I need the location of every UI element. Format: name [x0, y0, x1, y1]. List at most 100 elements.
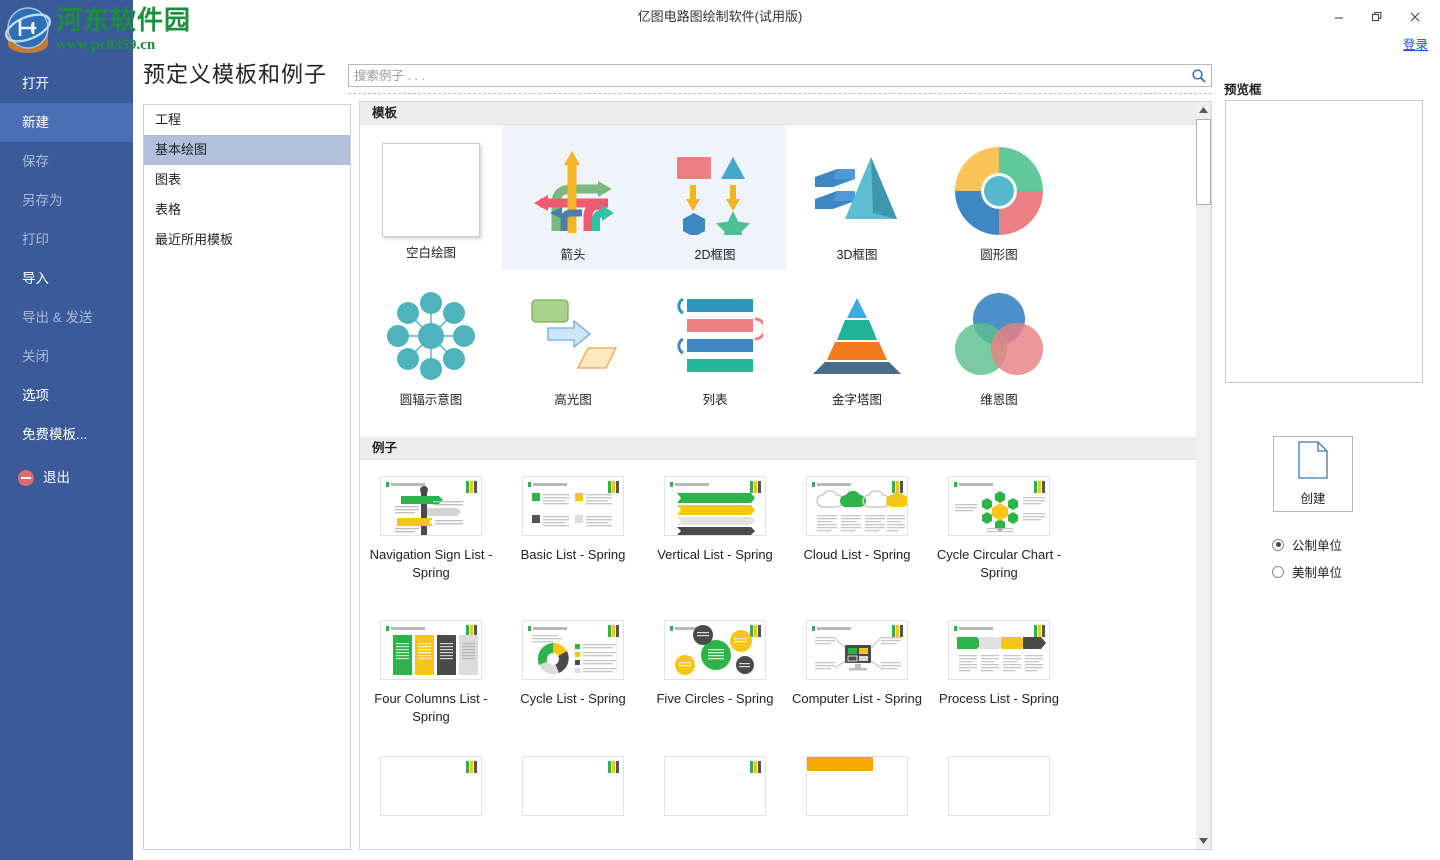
- template-label: 列表: [702, 393, 728, 407]
- examples-row-2: Four Columns List - Spring Cycle List - …: [360, 604, 1211, 726]
- category-item-charts[interactable]: 图表: [144, 165, 350, 195]
- template-label: 圆辐示意图: [399, 393, 463, 407]
- window-title: 亿图电路图绘制软件(试用版): [637, 9, 803, 24]
- nav-item-quit-label: 退出: [43, 470, 70, 485]
- example-tile-navigation-sign-list[interactable]: Navigation Sign List - Spring: [360, 460, 502, 582]
- example-tile-process-list[interactable]: Process List - Spring: [928, 604, 1070, 726]
- nav-item-save[interactable]: 保存: [0, 142, 133, 181]
- unit-option-imperial[interactable]: 美制单位: [1272, 562, 1342, 581]
- unit-option-metric[interactable]: 公制单位: [1272, 535, 1342, 554]
- login-link[interactable]: 登录: [1403, 34, 1428, 53]
- example-thumbnail: [806, 476, 908, 536]
- thumb-corner-bars-icon: [750, 761, 761, 773]
- document-icon: [1297, 441, 1329, 484]
- unit-option-label: 公制单位: [1292, 539, 1343, 553]
- example-thumbnail: [380, 476, 482, 536]
- radio-icon: [1272, 538, 1284, 551]
- template-label: 圆形图: [980, 248, 1018, 262]
- category-item-engineering[interactable]: 工程: [144, 105, 350, 135]
- create-button[interactable]: 创建: [1273, 436, 1353, 512]
- template-tile-2d-block[interactable]: 2D框图: [644, 125, 786, 270]
- list-chart-icon: [665, 288, 765, 384]
- restore-icon[interactable]: [1358, 4, 1396, 30]
- template-tile-arrows[interactable]: 箭头: [502, 125, 644, 270]
- example-tile-cloud-list[interactable]: Cloud List - Spring: [786, 460, 928, 582]
- example-tile-partial[interactable]: [360, 740, 502, 816]
- close-icon[interactable]: [1396, 4, 1434, 30]
- circular-chart-icon: [949, 143, 1049, 239]
- nav-item-open[interactable]: 打开: [0, 64, 133, 103]
- pyramid-chart-icon: [807, 288, 907, 384]
- template-tile-3d-block[interactable]: 3D框图: [786, 125, 928, 270]
- thumb-corner-bars-icon: [608, 761, 619, 773]
- category-item-tables[interactable]: 表格: [144, 195, 350, 225]
- templates-row-2: 圆辐示意图 高光图 列表 金字塔图 维恩图: [360, 270, 1211, 415]
- thumb-corner-bars-icon: [466, 761, 477, 773]
- example-thumbnail: [380, 620, 482, 680]
- nav-item-export-send[interactable]: 导出 & 发送: [0, 298, 133, 337]
- venn-diagram-icon: [949, 288, 1049, 384]
- examples-row-1: Navigation Sign List - Spring Basic List…: [360, 460, 1211, 582]
- example-tile-partial[interactable]: [786, 740, 928, 816]
- nav-item-close[interactable]: 关闭: [0, 337, 133, 376]
- category-item-basic-drawing[interactable]: 基本绘图: [144, 135, 350, 165]
- example-tile-cycle-list[interactable]: Cycle List - Spring: [502, 604, 644, 726]
- template-tile-highlight-chart[interactable]: 高光图: [502, 270, 644, 415]
- 3d-block-icon: [807, 143, 907, 239]
- scroll-up-icon[interactable]: [1196, 102, 1211, 118]
- nav-item-save-as[interactable]: 另存为: [0, 181, 133, 220]
- left-navigation-panel: 打开 新建 保存 另存为 打印 导入 导出 & 发送 关闭 选项 免费模板...…: [0, 0, 133, 860]
- highlight-chart-icon: [523, 288, 623, 384]
- example-label: Five Circles - Spring: [656, 691, 774, 706]
- content-scrollbar[interactable]: [1196, 101, 1212, 850]
- arrows-icon: [523, 143, 623, 239]
- category-list: 工程 基本绘图 图表 表格 最近所用模板: [143, 104, 351, 850]
- example-tile-partial[interactable]: [502, 740, 644, 816]
- scroll-down-icon[interactable]: [1196, 833, 1211, 849]
- app-logo-icon: [0, 0, 56, 60]
- example-tile-four-columns-list[interactable]: Four Columns List - Spring: [360, 604, 502, 726]
- nav-item-options[interactable]: 选项: [0, 376, 133, 415]
- nav-item-import[interactable]: 导入: [0, 259, 133, 298]
- example-label: Cycle List - Spring: [520, 691, 626, 706]
- template-label: 金字塔图: [831, 393, 882, 407]
- template-tile-radial-diagram[interactable]: 圆辐示意图: [360, 270, 502, 415]
- nav-item-free-templates[interactable]: 免费模板...: [0, 415, 133, 454]
- template-tile-pyramid-chart[interactable]: 金字塔图: [786, 270, 928, 415]
- window-controls: [1320, 0, 1434, 33]
- example-label: Cycle Circular Chart - Spring: [936, 547, 1062, 580]
- category-item-recent-templates[interactable]: 最近所用模板: [144, 225, 350, 255]
- template-tile-circular-chart[interactable]: 圆形图: [928, 125, 1070, 270]
- 2d-block-icon: [665, 143, 765, 239]
- scrollbar-thumb[interactable]: [1196, 119, 1211, 205]
- templates-row-1: 空白绘图 箭头 2D框图 3D框图 圆形图: [360, 125, 1211, 270]
- nav-item-quit[interactable]: 退出: [0, 458, 133, 497]
- example-label: Four Columns List - Spring: [374, 691, 488, 724]
- nav-item-print[interactable]: 打印: [0, 220, 133, 259]
- example-tile-five-circles[interactable]: Five Circles - Spring: [644, 604, 786, 726]
- example-tile-cycle-circular-chart[interactable]: Cycle Circular Chart - Spring: [928, 460, 1070, 582]
- example-tile-computer-list[interactable]: Computer List - Spring: [786, 604, 928, 726]
- title-bar: 亿图电路图绘制软件(试用版): [0, 0, 1440, 33]
- example-tile-partial[interactable]: [644, 740, 786, 816]
- example-thumbnail: [948, 620, 1050, 680]
- template-label: 3D框图: [836, 248, 878, 262]
- template-tile-list-chart[interactable]: 列表: [644, 270, 786, 415]
- search-input[interactable]: [354, 65, 1174, 86]
- radial-diagram-icon: [381, 288, 481, 384]
- example-thumbnail: [522, 620, 624, 680]
- example-tile-partial[interactable]: [928, 740, 1070, 816]
- template-tile-blank-drawing[interactable]: 空白绘图: [360, 125, 502, 270]
- search-icon[interactable]: [1191, 68, 1207, 84]
- examples-row-3-partial: [360, 740, 1211, 816]
- template-tile-venn-diagram[interactable]: 维恩图: [928, 270, 1070, 415]
- example-label: Computer List - Spring: [791, 691, 923, 706]
- create-button-label: 创建: [1300, 492, 1326, 506]
- example-tile-basic-list[interactable]: Basic List - Spring: [502, 460, 644, 582]
- minimize-icon[interactable]: [1320, 4, 1358, 30]
- unit-option-label: 美制单位: [1292, 566, 1343, 580]
- example-label: Process List - Spring: [939, 691, 1059, 706]
- example-thumbnail: [806, 620, 908, 680]
- example-tile-vertical-list[interactable]: Vertical List - Spring: [644, 460, 786, 582]
- nav-item-new[interactable]: 新建: [0, 103, 133, 142]
